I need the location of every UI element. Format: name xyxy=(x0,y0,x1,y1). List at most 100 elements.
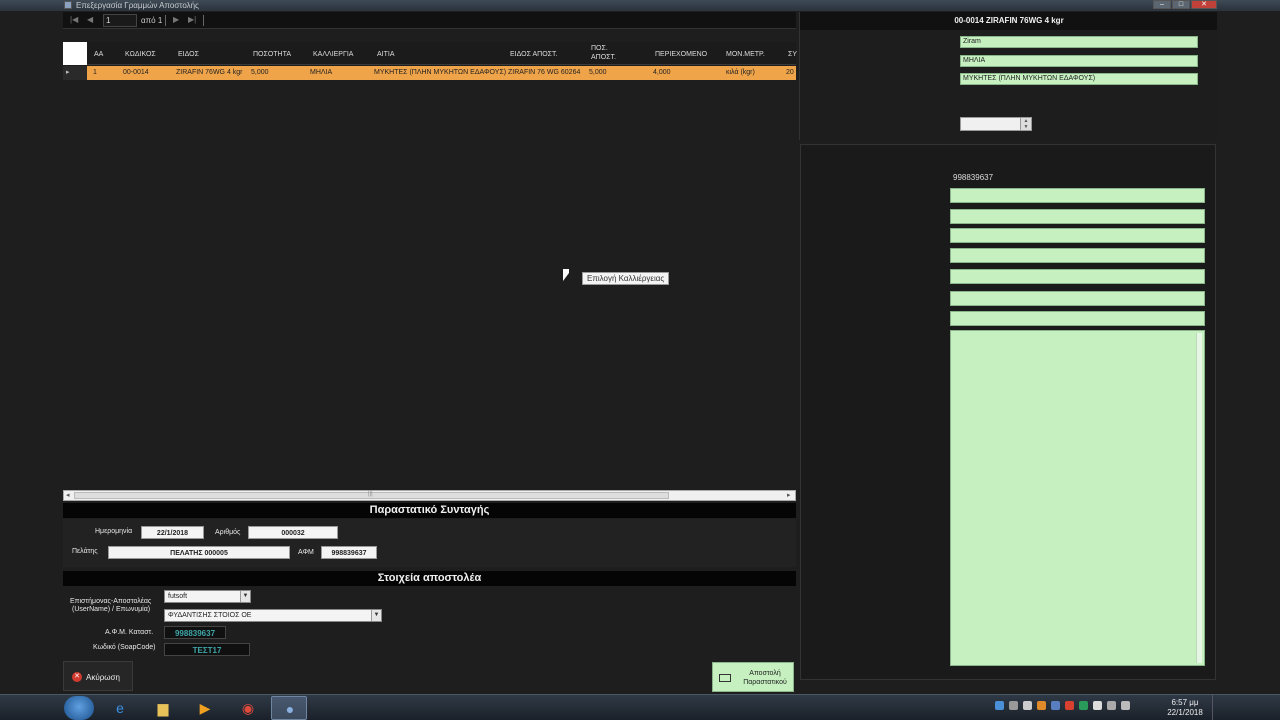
cell-code[interactable]: 00-0014 xyxy=(123,69,149,76)
cancel-label: Ακύρωση xyxy=(86,673,120,682)
detail-textarea[interactable] xyxy=(950,330,1205,666)
col-cause[interactable]: ΑΙΤΙΑ xyxy=(377,51,395,58)
tray-icon[interactable] xyxy=(1023,701,1032,710)
tooltip: Επιλογή Καλλιέργειας xyxy=(582,272,670,285)
cancel-button[interactable]: ✕ Ακύρωση xyxy=(63,661,133,691)
cell-aa[interactable]: 1 xyxy=(93,69,97,76)
taskbar-chrome[interactable]: ◉ xyxy=(230,696,266,720)
tray-icon[interactable] xyxy=(1037,701,1046,710)
minimize-button[interactable]: – xyxy=(1153,0,1171,9)
detail-field-3[interactable] xyxy=(950,228,1205,243)
row-indicator-icon[interactable]: ▸ xyxy=(63,66,87,80)
sender-form: Επιστήμονας-Αποστολέας (UserName) / Επων… xyxy=(63,587,796,659)
network-icon[interactable] xyxy=(1107,701,1116,710)
grid-corner[interactable] xyxy=(63,42,87,65)
cause-field[interactable]: ΜΥΚΗΤΕΣ (ΠΛΗΝ ΜΥΚΗΤΩΝ ΕΔΑΦΟΥΣ) xyxy=(960,73,1198,85)
detail-field-5[interactable] xyxy=(950,269,1205,284)
col-sent-qty[interactable]: ΠΟΣ. ΑΠΟΣΤ. xyxy=(591,44,621,62)
table-row[interactable]: ▸ 1 00-0014 ZIRAFIN 76WG 4 kgr 5,000 ΜΗΛ… xyxy=(63,66,796,80)
prescription-heading: Παραστατικό Συνταγής xyxy=(63,503,796,518)
first-record-icon[interactable]: |◀ xyxy=(70,15,78,24)
afm-field[interactable]: 998839637 xyxy=(321,546,377,559)
detail-field-6[interactable] xyxy=(950,291,1205,306)
detail-field-7[interactable] xyxy=(950,311,1205,326)
tray-icon[interactable] xyxy=(1009,701,1018,710)
show-desktop-button[interactable] xyxy=(1212,695,1218,720)
detail-field-2[interactable] xyxy=(950,209,1205,224)
media-player-icon: ▶ xyxy=(199,700,211,716)
tray-icon[interactable] xyxy=(1079,701,1088,710)
prev-record-icon[interactable]: ◀ xyxy=(87,15,93,24)
taskbar-media[interactable]: ▶ xyxy=(187,696,223,720)
col-item[interactable]: ΕΙΔΟΣ xyxy=(178,51,199,58)
taskbar-app[interactable]: ● xyxy=(271,696,307,720)
system-tray xyxy=(995,701,1155,715)
col-sent-item[interactable]: ΕΙΔΟΣ ΑΠΟΣΤ. xyxy=(510,51,557,58)
horizontal-scrollbar[interactable]: ◂ ||| ▸ xyxy=(63,490,796,501)
detail-panel: 00-0014 ZIRAFIN 76WG 4 kgr Ziram ΜΗΛΙΑ Μ… xyxy=(799,12,1218,140)
col-aa[interactable]: ΑΑ xyxy=(94,51,103,58)
col-crop[interactable]: ΚΑΛΛΙΕΡΓΙΑ xyxy=(313,51,353,58)
scroll-right-icon[interactable]: ▸ xyxy=(787,491,791,499)
cell-quantity[interactable]: 5,000 xyxy=(251,69,269,76)
col-content[interactable]: ΠΕΡΙΕΧΟΜΕΝΟ xyxy=(655,51,707,58)
cell-extra[interactable]: 20 xyxy=(786,69,794,76)
record-position-input[interactable]: 1 xyxy=(103,14,137,27)
clock-date: 22/1/2018 xyxy=(1167,708,1203,717)
spinner-arrows-icon[interactable]: ▲ ▼ xyxy=(1020,118,1031,130)
crop-field[interactable]: ΜΗΛΙΑ xyxy=(960,55,1198,67)
cell-crop[interactable]: ΜΗΛΙΑ xyxy=(310,69,332,76)
cell-item[interactable]: ZIRAFIN 76WG 4 kgr xyxy=(176,69,243,76)
send-icon xyxy=(719,674,731,682)
number-field[interactable]: 000032 xyxy=(248,526,338,539)
detail-field-4[interactable] xyxy=(950,248,1205,263)
chevron-down-icon[interactable]: ▼ xyxy=(371,610,381,621)
flag-icon[interactable] xyxy=(1093,701,1102,710)
side-strip xyxy=(1217,12,1280,692)
date-label: Ημερομηνία xyxy=(95,528,133,535)
next-record-icon[interactable]: ▶ xyxy=(173,15,179,24)
cell-sent-item[interactable]: ZIRAFIN 76 WG 60264 xyxy=(508,69,580,76)
send-document-button[interactable]: Αποστολή Παραστατικού xyxy=(712,662,794,692)
customer-label: Πελάτης xyxy=(72,548,98,555)
cell-unit[interactable]: κιλά (kgr) xyxy=(726,69,755,76)
textarea-scrollbar[interactable] xyxy=(1196,333,1202,663)
username-select[interactable]: futsoft ▼ xyxy=(164,590,251,603)
tray-icon[interactable] xyxy=(1065,701,1074,710)
title-bar: Επεξεργασία Γραμμών Αποστολής – □ ✕ xyxy=(0,0,1280,11)
soapcode-field[interactable]: ΤΕΣΤ17 xyxy=(164,643,250,656)
scrollbar-grip-icon: ||| xyxy=(368,491,373,497)
taskbar-explorer[interactable]: ▆ xyxy=(145,696,181,720)
detail-title: 00-0014 ZIRAFIN 76WG 4 kgr xyxy=(800,12,1218,30)
customer-field[interactable]: ΠΕΛΑΤΗΣ 000005 xyxy=(108,546,290,559)
maximize-button[interactable]: □ xyxy=(1172,0,1190,9)
detail-field-1[interactable] xyxy=(950,188,1205,203)
tray-icon[interactable] xyxy=(995,701,1004,710)
cell-cause[interactable]: ΜΥΚΗΤΕΣ (ΠΛΗΝ ΜΥΚΗΤΩΝ ΕΔΑΦΟΥΣ) xyxy=(374,69,506,76)
tray-icon[interactable] xyxy=(1051,701,1060,710)
spinner-input[interactable]: ▲ ▼ xyxy=(960,117,1032,131)
col-extra[interactable]: ΣΥ xyxy=(788,51,797,58)
taskbar-ie[interactable]: e xyxy=(102,696,138,720)
cancel-icon: ✕ xyxy=(72,672,82,682)
close-button[interactable]: ✕ xyxy=(1191,0,1217,9)
active-substance-field[interactable]: Ziram xyxy=(960,36,1198,48)
clock[interactable]: 6:57 μμ 22/1/2018 xyxy=(1160,698,1210,718)
company-select[interactable]: ΦΥΔΑΝΤΙΣΗΣ ΣΤΟΙΟΣ ΟΕ ▼ xyxy=(164,609,382,622)
chevron-down-icon[interactable]: ▼ xyxy=(240,591,250,602)
volume-icon[interactable] xyxy=(1121,701,1130,710)
mouse-cursor-icon xyxy=(563,269,569,281)
date-field[interactable]: 22/1/2018 xyxy=(141,526,204,539)
start-button[interactable] xyxy=(64,696,94,720)
last-record-icon[interactable]: ▶| xyxy=(188,15,196,24)
col-code[interactable]: ΚΩΔΙΚΟΣ xyxy=(125,51,156,58)
number-label: Αριθμός xyxy=(215,529,241,536)
scroll-left-icon[interactable]: ◂ xyxy=(66,491,70,499)
record-navigator: |◀ ◀ 1 από 1 ▶ ▶| xyxy=(63,12,796,29)
sender-heading: Στοιχεία αποστολέα xyxy=(63,571,796,586)
col-unit[interactable]: ΜΟΝ.ΜΕΤΡ. xyxy=(726,51,765,58)
col-quantity[interactable]: ΠΟΣΟΤΗΤΑ xyxy=(253,51,291,58)
store-afm-field[interactable]: 998839637 xyxy=(164,626,226,639)
cell-sent-qty[interactable]: 5,000 xyxy=(589,69,607,76)
cell-content[interactable]: 4,000 xyxy=(653,69,671,76)
